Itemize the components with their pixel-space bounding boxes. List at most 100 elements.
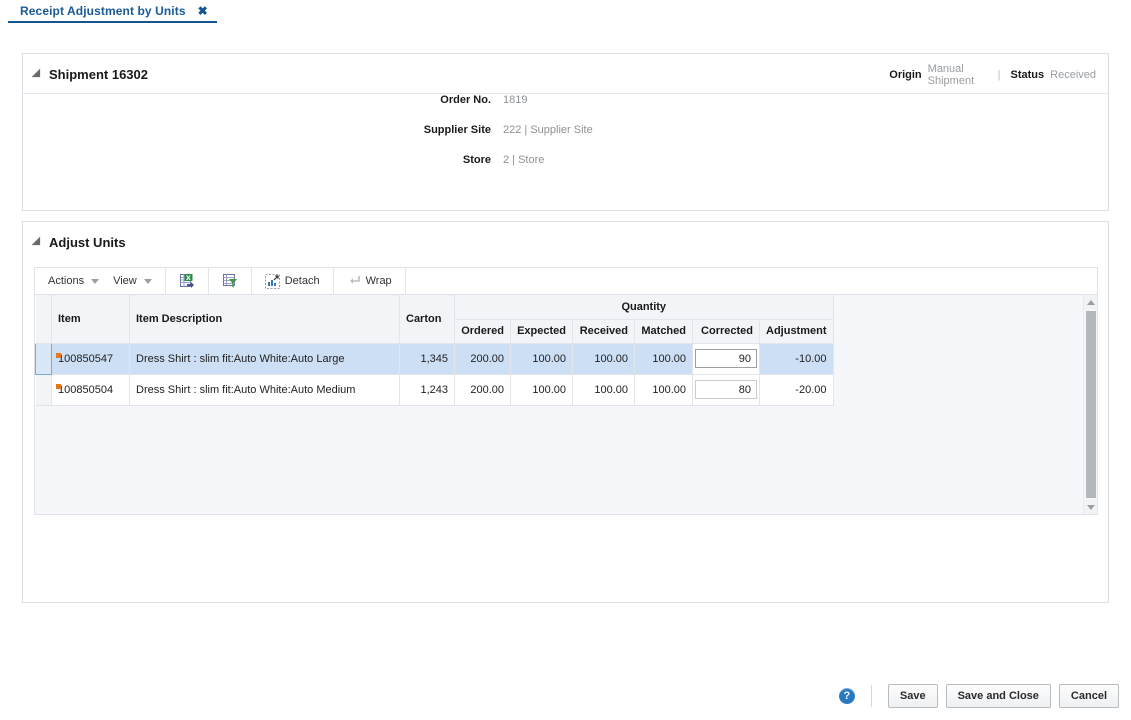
help-icon[interactable]: ?: [839, 688, 855, 704]
status-label: Status: [1011, 69, 1045, 81]
page-title: Shipment 16302: [49, 67, 148, 82]
scroll-down-icon[interactable]: [1084, 500, 1098, 514]
origin-value: Manual Shipment: [928, 63, 988, 87]
col-header-matched[interactable]: Matched: [635, 319, 693, 343]
tab-bar: Receipt Adjustment by Units ✖: [0, 0, 1131, 25]
cell-item-text: 100850504: [58, 384, 113, 396]
wrap-icon: [347, 274, 361, 288]
field-row-order-no: Order No. 1819: [23, 94, 1108, 124]
adjust-units-panel-header: Adjust Units: [23, 222, 1108, 262]
status-badge: Received: [1050, 69, 1096, 81]
meta-divider: |: [994, 69, 1005, 81]
save-button[interactable]: Save: [888, 684, 938, 708]
cell-carton: 1,345: [400, 343, 455, 374]
divider: [871, 685, 872, 707]
actions-menu-button[interactable]: Actions: [41, 268, 106, 294]
col-header-item-description[interactable]: Item Description: [130, 295, 400, 343]
query-by-example-button[interactable]: [215, 268, 245, 294]
corrected-input[interactable]: 90: [695, 349, 757, 368]
store-value: 2 | Store: [503, 154, 544, 166]
cell-expected: 100.00: [511, 343, 573, 374]
toolbar-group-export: X: [166, 268, 209, 294]
cell-corrected[interactable]: 90: [693, 343, 760, 374]
supplier-site-value: 222 | Supplier Site: [503, 124, 593, 136]
detach-icon: [265, 274, 280, 289]
detach-label: Detach: [285, 275, 320, 287]
corrected-input[interactable]: 80: [695, 380, 757, 399]
col-header-item[interactable]: Item: [52, 295, 130, 343]
col-header-carton[interactable]: Carton: [400, 295, 455, 343]
cell-ordered: 200.00: [455, 374, 511, 405]
table-row[interactable]: 100850504 Dress Shirt : slim fit:Auto Wh…: [36, 374, 834, 405]
chevron-down-icon: [91, 279, 99, 284]
tab-receipt-adjustment-by-units[interactable]: Receipt Adjustment by Units ✖: [8, 0, 218, 22]
toolbar-group-detach: Detach: [252, 268, 334, 294]
cancel-button[interactable]: Cancel: [1059, 684, 1119, 708]
row-selector[interactable]: [36, 374, 52, 405]
footer-action-bar: ? Save Save and Close Cancel: [0, 676, 1131, 716]
adjust-units-panel: Adjust Units Actions View: [22, 221, 1109, 603]
grid-vertical-scrollbar[interactable]: [1083, 295, 1097, 514]
query-by-example-icon: [222, 273, 238, 289]
wrap-button[interactable]: Wrap: [340, 268, 399, 294]
table-header-group-row: Item Item Description Carton Quantity: [36, 295, 834, 319]
export-to-excel-button[interactable]: X: [172, 268, 202, 294]
store-label: Store: [23, 154, 503, 166]
cell-received: 100.00: [573, 374, 635, 405]
adjust-units-title: Adjust Units: [49, 235, 126, 250]
collapse-triangle-icon[interactable]: [32, 237, 45, 250]
col-header-ordered[interactable]: Ordered: [455, 319, 511, 343]
row-selector[interactable]: [36, 343, 52, 374]
view-menu-label: View: [113, 275, 137, 287]
col-header-corrected[interactable]: Corrected: [693, 319, 760, 343]
adjust-units-grid: Item Item Description Carton Quantity Or…: [34, 294, 1098, 515]
view-menu-button[interactable]: View: [106, 268, 159, 294]
svg-text:X: X: [186, 275, 191, 282]
cell-item-description: Dress Shirt : slim fit:Auto White:Auto M…: [130, 374, 400, 405]
toolbar-group-wrap: Wrap: [334, 268, 406, 294]
col-header-adjustment[interactable]: Adjustment: [760, 319, 834, 343]
required-flag-icon: [56, 384, 61, 389]
shipment-fields: Order No. 1819 Supplier Site 222 | Suppl…: [23, 94, 1108, 184]
origin-label: Origin: [889, 69, 921, 81]
cell-item-description: Dress Shirt : slim fit:Auto White:Auto L…: [130, 343, 400, 374]
cell-corrected[interactable]: 80: [693, 374, 760, 405]
save-and-close-button[interactable]: Save and Close: [946, 684, 1051, 708]
toolbar-group-query: [209, 268, 252, 294]
cell-adjustment: -20.00: [760, 374, 834, 405]
shipment-panel-header: Shipment 16302 Origin Manual Shipment | …: [23, 54, 1108, 94]
cell-matched: 100.00: [635, 343, 693, 374]
cell-carton: 1,243: [400, 374, 455, 405]
cell-received: 100.00: [573, 343, 635, 374]
required-flag-icon: [56, 353, 61, 358]
table-toolbar: Actions View X: [34, 267, 1098, 294]
adjust-units-table: Item Item Description Carton Quantity Or…: [35, 295, 834, 406]
toolbar-spacer: [406, 268, 1097, 294]
wrap-label: Wrap: [366, 275, 392, 287]
cell-matched: 100.00: [635, 374, 693, 405]
detach-button[interactable]: Detach: [258, 268, 327, 294]
close-icon[interactable]: ✖: [198, 5, 208, 17]
export-to-excel-icon: X: [179, 273, 195, 289]
collapse-triangle-icon[interactable]: [32, 69, 45, 82]
scrollbar-thumb[interactable]: [1086, 311, 1096, 498]
supplier-site-label: Supplier Site: [23, 124, 503, 136]
col-header-expected[interactable]: Expected: [511, 319, 573, 343]
shipment-header-meta: Origin Manual Shipment | Status Received: [889, 63, 1096, 87]
cell-ordered: 200.00: [455, 343, 511, 374]
chevron-down-icon: [144, 279, 152, 284]
scroll-up-icon[interactable]: [1084, 295, 1098, 309]
actions-menu-label: Actions: [48, 275, 84, 287]
table-body: 100850547 Dress Shirt : slim fit:Auto Wh…: [36, 343, 834, 405]
table-row[interactable]: 100850547 Dress Shirt : slim fit:Auto Wh…: [36, 343, 834, 374]
cell-item: 100850504: [52, 374, 130, 405]
tab-label: Receipt Adjustment by Units: [20, 4, 186, 18]
col-header-quantity-group: Quantity: [455, 295, 834, 319]
field-row-supplier-site: Supplier Site 222 | Supplier Site: [23, 124, 1108, 154]
shipment-panel: Shipment 16302 Origin Manual Shipment | …: [22, 53, 1109, 211]
order-no-label: Order No.: [23, 94, 503, 106]
col-header-received[interactable]: Received: [573, 319, 635, 343]
field-row-store: Store 2 | Store: [23, 154, 1108, 184]
table-head: Item Item Description Carton Quantity Or…: [36, 295, 834, 343]
cell-item: 100850547: [52, 343, 130, 374]
